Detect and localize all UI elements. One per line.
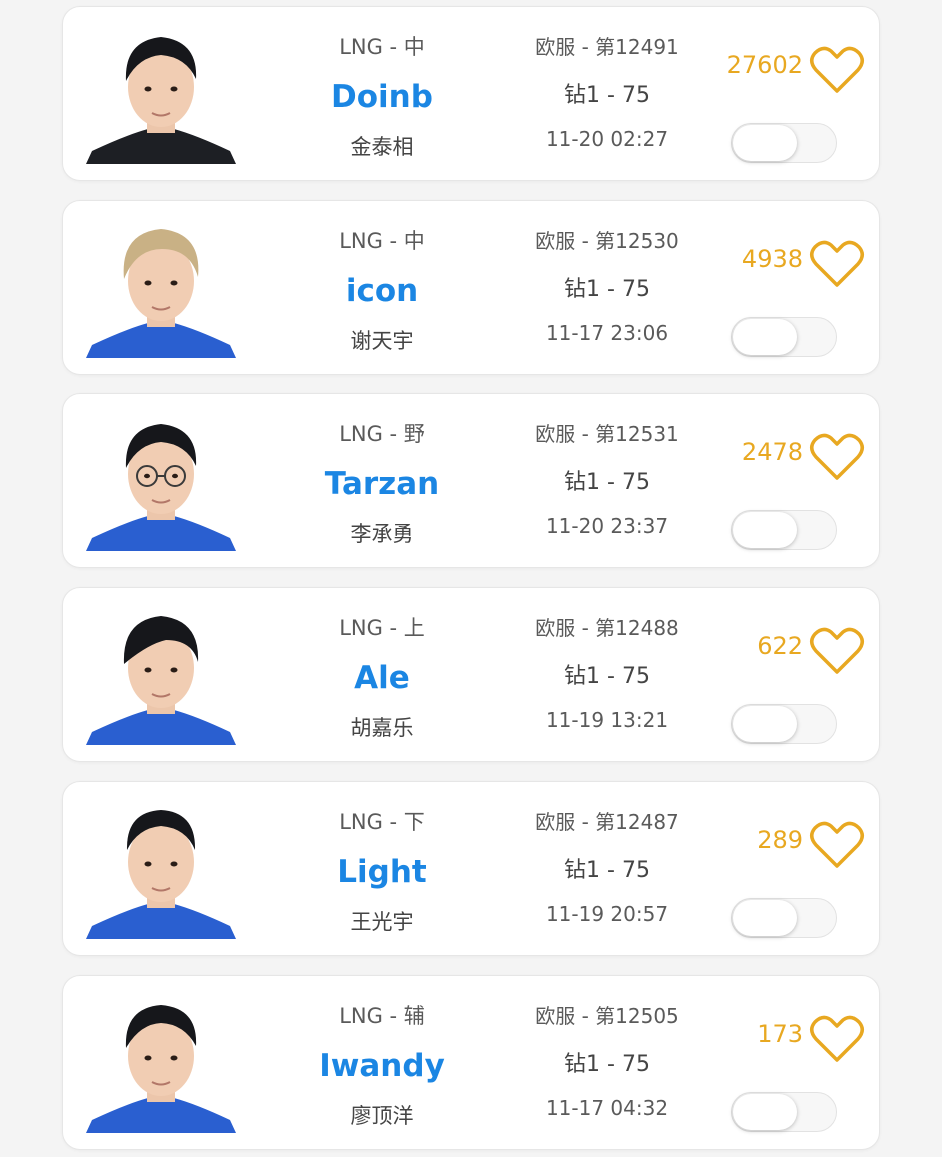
player-name[interactable]: icon	[293, 273, 471, 309]
toggle-knob	[733, 319, 797, 355]
server-rank-label: 欧服 - 第12488	[535, 616, 679, 640]
timestamp-label: 11-20 23:37	[545, 514, 669, 538]
toggle-switch[interactable]	[731, 123, 837, 163]
real-name-label: 廖顶洋	[350, 1104, 414, 1128]
server-rank-label: 欧服 - 第12505	[535, 1004, 679, 1028]
tier-label: 钻1 - 75	[564, 664, 650, 689]
toggle-switch[interactable]	[731, 704, 837, 744]
toggle-knob	[733, 706, 797, 742]
timestamp-label: 11-20 02:27	[545, 127, 669, 151]
heart-icon[interactable]	[809, 626, 865, 676]
server-rank-label: 欧服 - 第12491	[535, 35, 679, 59]
player-name[interactable]: Light	[293, 854, 471, 890]
player-avatar	[86, 213, 236, 358]
player-card[interactable]: LNG - 上 Ale 胡嘉乐 欧服 - 第12488 钻1 - 75 11-1…	[62, 587, 880, 762]
like-count: 27602	[726, 51, 803, 79]
toggle-switch[interactable]	[731, 1092, 837, 1132]
heart-icon[interactable]	[809, 820, 865, 870]
player-card[interactable]: LNG - 中 icon 谢天宇 欧服 - 第12530 钻1 - 75 11-…	[62, 200, 880, 375]
toggle-switch[interactable]	[731, 510, 837, 550]
toggle-switch[interactable]	[731, 898, 837, 938]
toggle-knob	[733, 125, 797, 161]
heart-icon[interactable]	[809, 432, 865, 482]
toggle-switch[interactable]	[731, 317, 837, 357]
toggle-knob	[733, 512, 797, 548]
timestamp-label: 11-17 04:32	[545, 1096, 669, 1120]
player-name[interactable]: Tarzan	[293, 466, 471, 502]
like-count: 289	[757, 826, 803, 854]
player-card[interactable]: LNG - 辅 Iwandy 廖顶洋 欧服 - 第12505 钻1 - 75 1…	[62, 975, 880, 1150]
player-avatar	[86, 19, 236, 164]
real-name-label: 金泰相	[350, 135, 414, 159]
real-name-label: 胡嘉乐	[350, 716, 414, 740]
player-name[interactable]: Doinb	[293, 79, 471, 115]
timestamp-label: 11-19 13:21	[545, 708, 669, 732]
player-card[interactable]: LNG - 野 Tarzan 李承勇 欧服 - 第12531 钻1 - 75 1…	[62, 393, 880, 568]
timestamp-label: 11-19 20:57	[545, 902, 669, 926]
player-name[interactable]: Ale	[293, 660, 471, 696]
tier-label: 钻1 - 75	[564, 470, 650, 495]
player-avatar	[86, 988, 236, 1133]
real-name-label: 谢天宇	[350, 329, 414, 353]
heart-icon[interactable]	[809, 1014, 865, 1064]
server-rank-label: 欧服 - 第12487	[535, 810, 679, 834]
player-card[interactable]: LNG - 中 Doinb 金泰相 欧服 - 第12491 钻1 - 75 11…	[62, 6, 880, 181]
player-avatar	[86, 406, 236, 551]
heart-icon[interactable]	[809, 239, 865, 289]
team-role-label: LNG - 辅	[339, 1004, 425, 1028]
like-count: 622	[757, 632, 803, 660]
real-name-label: 李承勇	[350, 522, 414, 546]
like-count: 173	[757, 1020, 803, 1048]
timestamp-label: 11-17 23:06	[545, 321, 669, 345]
player-name[interactable]: Iwandy	[293, 1048, 471, 1084]
team-role-label: LNG - 野	[339, 422, 425, 446]
player-list: LNG - 中 Doinb 金泰相 欧服 - 第12491 钻1 - 75 11…	[0, 0, 942, 1157]
player-avatar	[86, 600, 236, 745]
toggle-knob	[733, 900, 797, 936]
tier-label: 钻1 - 75	[564, 1052, 650, 1077]
server-rank-label: 欧服 - 第12530	[535, 229, 679, 253]
player-avatar	[86, 794, 236, 939]
like-count: 2478	[741, 438, 803, 466]
tier-label: 钻1 - 75	[564, 83, 650, 108]
player-card[interactable]: LNG - 下 Light 王光宇 欧服 - 第12487 钻1 - 75 11…	[62, 781, 880, 956]
real-name-label: 王光宇	[350, 910, 414, 934]
tier-label: 钻1 - 75	[564, 277, 650, 302]
team-role-label: LNG - 下	[339, 810, 425, 834]
toggle-knob	[733, 1094, 797, 1130]
team-role-label: LNG - 中	[339, 35, 425, 59]
like-count: 4938	[741, 245, 803, 273]
team-role-label: LNG - 中	[339, 229, 425, 253]
tier-label: 钻1 - 75	[564, 858, 650, 883]
server-rank-label: 欧服 - 第12531	[535, 422, 679, 446]
team-role-label: LNG - 上	[339, 616, 425, 640]
heart-icon[interactable]	[809, 45, 865, 95]
